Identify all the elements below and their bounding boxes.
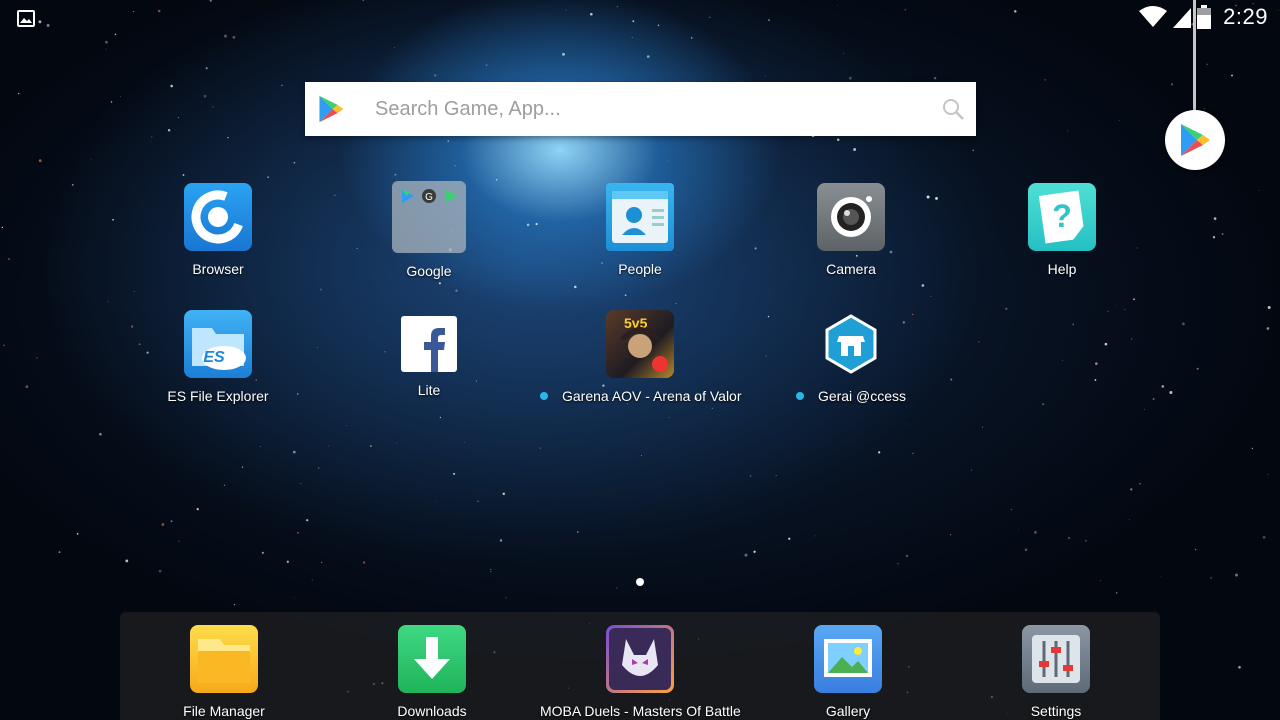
svg-text:G: G: [425, 192, 433, 203]
play-store-float-button[interactable]: [1165, 110, 1225, 170]
camera-icon: [817, 183, 885, 251]
status-icons: 2:29: [1139, 4, 1268, 30]
search-bar[interactable]: [305, 82, 976, 136]
garena-aov-icon: 5v5: [606, 310, 674, 378]
dock-app-gallery[interactable]: Gallery: [748, 625, 948, 719]
clock: 2:29: [1223, 4, 1268, 29]
app-label: Browser: [192, 261, 244, 277]
app-label: People: [618, 261, 662, 277]
app-label: Downloads: [397, 703, 467, 719]
app-help[interactable]: ? Help: [962, 183, 1162, 277]
app-folder-google[interactable]: G Google: [329, 181, 529, 279]
app-label: Garena AOV - Arena of Valor: [540, 388, 742, 404]
dock-app-moba-duels[interactable]: MOBA Duels - Masters Of Battle: [540, 625, 741, 719]
gallery-icon: [814, 625, 882, 693]
play-store-logo-icon: [319, 95, 344, 123]
app-label: Help: [1047, 261, 1077, 277]
people-icon: [606, 183, 674, 251]
app-label: Lite: [417, 382, 441, 398]
app-label: Settings: [1030, 703, 1082, 719]
google-folder-icon: G: [392, 181, 466, 253]
svg-text:?: ?: [1052, 198, 1072, 234]
float-button-tether: [1193, 0, 1196, 114]
app-label: Google: [406, 263, 452, 279]
settings-icon: [1022, 625, 1090, 693]
signal-icon: [1173, 8, 1192, 28]
status-bar: 2:29: [0, 0, 1280, 38]
play-store-icon: [1181, 124, 1210, 156]
battery-icon: [1197, 5, 1212, 29]
app-label: MOBA Duels - Masters Of Battle: [540, 703, 741, 719]
page-indicator-dot[interactable]: [636, 578, 644, 586]
app-people[interactable]: People: [540, 183, 740, 277]
app-es-file-explorer[interactable]: ES ES File Explorer: [118, 310, 318, 404]
facebook-lite-icon: [401, 316, 457, 372]
es-file-explorer-icon: ES: [184, 310, 252, 378]
gerai-access-icon: [817, 310, 885, 378]
app-label: ES File Explorer: [167, 388, 269, 404]
dock-app-downloads[interactable]: Downloads: [332, 625, 532, 719]
svg-text:ES: ES: [203, 349, 225, 366]
search-icon[interactable]: [942, 98, 964, 120]
app-label: Gerai @ccess: [751, 388, 951, 404]
moba-duels-icon: [606, 625, 674, 693]
downloads-icon: [398, 625, 466, 693]
app-facebook-lite[interactable]: Lite: [329, 310, 529, 398]
search-input[interactable]: [373, 96, 917, 122]
file-manager-icon: [190, 625, 258, 693]
app-garena-aov[interactable]: 5v5 Garena AOV - Arena of Valor: [540, 310, 742, 404]
app-label: Gallery: [825, 703, 871, 719]
dock: File Manager Downloads MOBA Duels - Mast…: [120, 612, 1160, 720]
new-app-indicator: [540, 392, 548, 401]
app-gerai-access[interactable]: Gerai @ccess: [751, 310, 951, 404]
help-icon: ?: [1028, 183, 1096, 251]
app-label: File Manager: [183, 703, 265, 719]
dock-app-settings[interactable]: Settings: [956, 625, 1156, 719]
app-camera[interactable]: Camera: [751, 183, 951, 277]
app-browser[interactable]: Browser: [118, 183, 318, 277]
gallery-notification-icon[interactable]: [17, 10, 35, 27]
app-label: Camera: [826, 261, 876, 277]
new-app-indicator: [795, 392, 804, 401]
browser-icon: [184, 183, 252, 251]
dock-app-file-manager[interactable]: File Manager: [124, 625, 324, 719]
wifi-icon: [1139, 6, 1168, 27]
